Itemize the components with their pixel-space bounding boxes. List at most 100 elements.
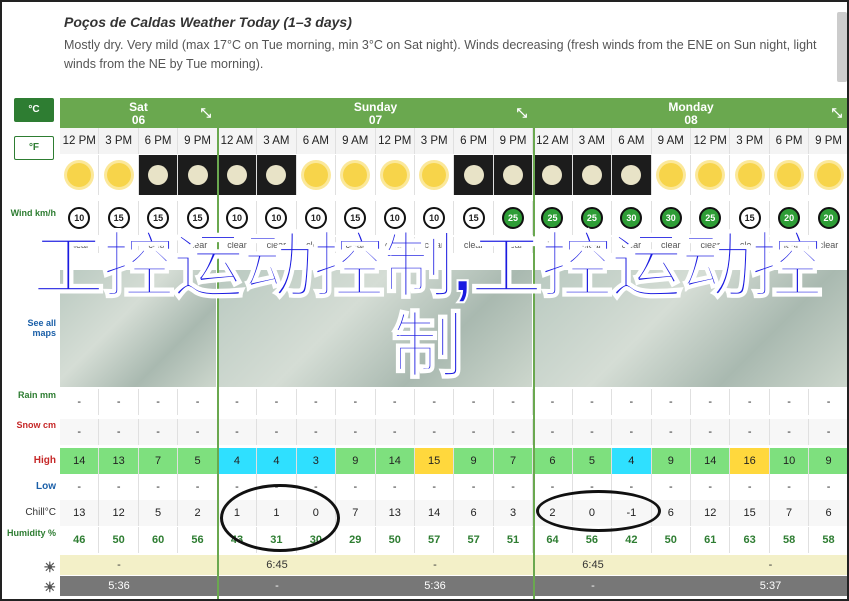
weather-cell <box>572 155 613 195</box>
page-title: Poços de Caldas Weather Today (1–3 days) <box>64 14 352 30</box>
rain-cell: - <box>178 389 218 415</box>
forecast-header: Poços de Caldas Weather Today (1–3 days)… <box>64 14 840 74</box>
rain-cell: - <box>99 389 139 415</box>
day-header-monday[interactable]: Monday 08 ⤡ <box>534 98 847 128</box>
chill-cell: 12 <box>691 500 731 526</box>
chill-cell: 14 <box>415 500 455 526</box>
weather-cell <box>376 155 415 195</box>
wind-cell: 25 <box>533 201 573 235</box>
humidity-cell: 63 <box>730 527 770 553</box>
high-cell: 4 <box>612 448 652 474</box>
humidity-label: Humidity % <box>6 528 56 538</box>
wind-arrow-icon: 25 <box>502 207 525 229</box>
sunset-cell: 5:36 <box>424 580 446 592</box>
day-divider <box>533 98 535 599</box>
sunrise-row: - 6:45 - 6:45 - <box>60 555 847 575</box>
condition-cell: clear <box>178 237 218 253</box>
rain-cell: - <box>652 389 691 415</box>
weather-cell <box>730 155 770 195</box>
wind-cell: 20 <box>770 201 810 235</box>
weather-map[interactable] <box>60 270 218 387</box>
wind-arrow-icon: 25 <box>541 207 564 229</box>
sun-icon <box>816 163 841 187</box>
weather-cell <box>809 155 847 195</box>
day-header-sunday[interactable]: Sunday 07 ⤡ <box>218 98 534 128</box>
weather-cell <box>493 155 534 195</box>
weather-map[interactable] <box>534 270 847 387</box>
scrollbar[interactable] <box>837 12 847 82</box>
rain-cell: - <box>297 389 337 415</box>
condition-cell: clear <box>376 237 415 253</box>
day-date: 06 <box>131 113 146 127</box>
high-cell: 10 <box>769 448 810 474</box>
sun-icon <box>737 163 762 187</box>
sun-icon <box>106 163 131 187</box>
high-cell: 3 <box>296 448 337 474</box>
wind-cell: 10 <box>218 201 258 235</box>
chill-label: Chill°C <box>25 507 56 518</box>
expand-icon[interactable]: ⤡ <box>832 106 842 119</box>
day-divider <box>217 98 219 599</box>
celsius-toggle[interactable]: °C <box>14 98 54 122</box>
snow-cell: - <box>454 419 494 445</box>
wind-cell: 30 <box>612 201 652 235</box>
fahrenheit-toggle[interactable]: °F <box>14 136 54 160</box>
low-cell: - <box>139 474 179 500</box>
rain-cell: - <box>218 389 258 415</box>
time-cell: 12 AM <box>533 128 573 154</box>
chill-cell: 2 <box>178 500 218 526</box>
high-cell: 5 <box>572 448 613 474</box>
weather-cell <box>533 155 573 195</box>
low-cell: - <box>494 474 534 500</box>
sunset-cell: 5:36 <box>108 580 130 592</box>
high-cell: 14 <box>60 448 100 474</box>
chill-cell: 7 <box>336 500 376 526</box>
forecast-summary: Mostly dry. Very mild (max 17°C on Tue m… <box>64 38 817 71</box>
humidity-cell: 50 <box>99 527 139 553</box>
forecast-frame: Poços de Caldas Weather Today (1–3 days)… <box>0 0 849 601</box>
high-cell: 9 <box>651 448 691 474</box>
expand-icon[interactable]: ⤡ <box>517 106 527 119</box>
sunrise-cell: - <box>117 559 121 571</box>
expand-icon[interactable]: ⤡ <box>201 106 211 119</box>
time-cell: 12 PM <box>691 128 731 154</box>
rain-cell: - <box>533 389 573 415</box>
moon-icon <box>581 165 602 185</box>
wind-arrow-icon: 20 <box>778 207 801 229</box>
snow-cell: - <box>730 419 770 445</box>
wind-cell: 15 <box>454 201 494 235</box>
time-cell: 6 AM <box>612 128 652 154</box>
wind-arrow-icon: 25 <box>699 207 722 229</box>
moon-icon <box>503 165 524 185</box>
condition-cell: clear <box>691 237 731 253</box>
rain-cell: - <box>612 389 652 415</box>
rain-cell: - <box>454 389 494 415</box>
rain-cell: - <box>415 389 455 415</box>
sunrise-cell: - <box>433 559 437 571</box>
humidity-cell: 58 <box>770 527 810 553</box>
snow-row: -------------------- <box>60 419 847 445</box>
time-cell: 12 PM <box>60 128 100 154</box>
condition-cell: clear <box>415 237 455 253</box>
see-all-maps-link[interactable]: See all maps <box>2 318 60 338</box>
weather-cell <box>336 155 376 195</box>
time-cell: 3 PM <box>414 128 455 154</box>
moon-icon <box>266 165 287 185</box>
day-header-sat[interactable]: Sat 06 ⤡ <box>60 98 218 128</box>
wind-cell: 10 <box>376 201 415 235</box>
wind-arrow-icon: 10 <box>383 207 406 229</box>
humidity-cell: 60 <box>139 527 179 553</box>
high-cell: 9 <box>809 448 847 474</box>
wind-cell: 15 <box>730 201 770 235</box>
high-cell: 6 <box>533 448 573 474</box>
weather-cell <box>691 155 731 195</box>
snow-cell: - <box>257 419 297 445</box>
moon-icon <box>463 165 484 185</box>
sunrise-cell: - <box>768 559 773 571</box>
high-label: High <box>33 455 56 466</box>
sun-icon <box>422 163 447 187</box>
weather-map[interactable] <box>218 270 534 387</box>
sunset-row: 5:36 - 5:36 - 5:37 <box>60 576 847 596</box>
humidity-cell: 46 <box>60 527 100 553</box>
wind-cell: 25 <box>573 201 613 235</box>
